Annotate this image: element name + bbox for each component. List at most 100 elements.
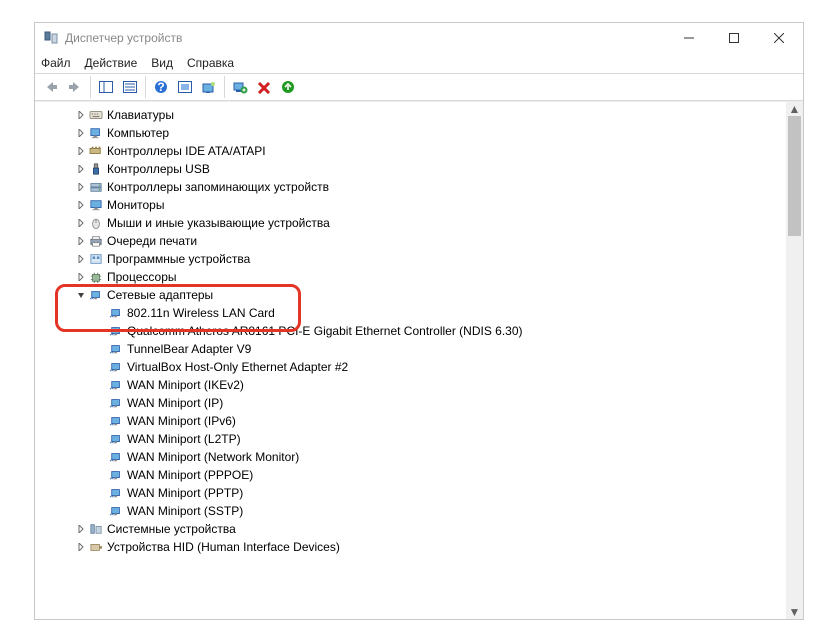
show-hide-console-button[interactable] <box>94 75 118 99</box>
properties-button[interactable] <box>118 75 142 99</box>
chevron-right-icon[interactable] <box>75 111 87 119</box>
toolbar-separator <box>224 76 225 98</box>
tree-item-label: Контроллеры USB <box>107 162 210 176</box>
tree-item-label: VirtualBox Host-Only Ethernet Adapter #2 <box>127 360 348 374</box>
netadapter-icon <box>107 431 125 447</box>
tree-item-label: Контроллеры IDE ATA/ATAPI <box>107 144 266 158</box>
chevron-right-icon[interactable] <box>75 525 87 533</box>
netadapter-icon <box>107 467 125 483</box>
minimize-button[interactable] <box>666 23 711 53</box>
tree-item[interactable]: Контроллеры IDE ATA/ATAPI <box>35 142 786 160</box>
chevron-right-icon[interactable] <box>75 147 87 155</box>
cpu-icon <box>87 269 105 285</box>
netadapter-icon <box>107 395 125 411</box>
tree-item[interactable]: Системные устройства <box>35 520 786 538</box>
tree-item-label: Компьютер <box>107 126 169 140</box>
chevron-right-icon[interactable] <box>75 237 87 245</box>
printer-icon <box>87 233 105 249</box>
update-driver-button[interactable] <box>197 75 221 99</box>
mouse-icon <box>87 215 105 231</box>
tree-item-label: Мыши и иные указывающие устройства <box>107 216 330 230</box>
chevron-down-icon[interactable] <box>75 291 87 299</box>
tree-item[interactable]: Программные устройства <box>35 250 786 268</box>
chevron-right-icon[interactable] <box>75 183 87 191</box>
tree-item-label: Процессоры <box>107 270 177 284</box>
monitor-icon <box>87 197 105 213</box>
tree-item[interactable]: Контроллеры запоминающих устройств <box>35 178 786 196</box>
tree-item[interactable]: Очереди печати <box>35 232 786 250</box>
scrollbar-thumb[interactable] <box>788 116 801 236</box>
chevron-right-icon[interactable] <box>75 273 87 281</box>
tree-item-label: Сетевые адаптеры <box>107 288 213 302</box>
tree-item[interactable]: Клавиатуры <box>35 106 786 124</box>
storage-icon <box>87 179 105 195</box>
scroll-up-arrow[interactable]: ▲ <box>786 102 803 116</box>
device-manager-window: Диспетчер устройств Файл Действие Вид Сп… <box>34 22 804 620</box>
netadapter-icon <box>107 323 125 339</box>
netadapter-icon <box>107 341 125 357</box>
tree-item-label: Очереди печати <box>107 234 197 248</box>
vertical-scrollbar[interactable]: ▲ ▼ <box>786 102 803 619</box>
keyboard-icon <box>87 107 105 123</box>
tree-item[interactable]: TunnelBear Adapter V9 <box>35 340 786 358</box>
device-tree[interactable]: Клавиатуры Компьютер Контроллеры IDE ATA/A… <box>35 106 786 556</box>
chevron-right-icon[interactable] <box>75 543 87 551</box>
tree-item-label: WAN Miniport (SSTP) <box>127 504 243 518</box>
tree-item-label: WAN Miniport (PPTP) <box>127 486 243 500</box>
tree-item-label: WAN Miniport (IKEv2) <box>127 378 244 392</box>
ide-icon <box>87 143 105 159</box>
tree-item[interactable]: Мониторы <box>35 196 786 214</box>
tree-item[interactable]: WAN Miniport (PPPOE) <box>35 466 786 484</box>
tree-item-label: Qualcomm Atheros AR8161 PCI-E Gigabit Et… <box>127 324 523 338</box>
tree-item-label: Системные устройства <box>107 522 236 536</box>
forward-button[interactable] <box>63 75 87 99</box>
tree-item[interactable]: Мыши и иные указывающие устройства <box>35 214 786 232</box>
tree-item[interactable]: 802.11n Wireless LAN Card <box>35 304 786 322</box>
tree-item-label: Программные устройства <box>107 252 250 266</box>
back-button[interactable] <box>39 75 63 99</box>
menu-help[interactable]: Справка <box>187 56 234 70</box>
tree-item[interactable]: Сетевые адаптеры <box>35 286 786 304</box>
tree-item-label: Клавиатуры <box>107 108 174 122</box>
tree-item[interactable]: VirtualBox Host-Only Ethernet Adapter #2 <box>35 358 786 376</box>
tree-item[interactable]: WAN Miniport (IKEv2) <box>35 376 786 394</box>
chevron-right-icon[interactable] <box>75 165 87 173</box>
menu-file[interactable]: Файл <box>41 56 71 70</box>
tree-item[interactable]: Процессоры <box>35 268 786 286</box>
tree-item-label: WAN Miniport (L2TP) <box>127 432 241 446</box>
chevron-right-icon[interactable] <box>75 255 87 263</box>
scan-hardware-button[interactable] <box>173 75 197 99</box>
system-icon <box>87 521 105 537</box>
close-button[interactable] <box>756 23 801 53</box>
tree-item[interactable]: Контроллеры USB <box>35 160 786 178</box>
netadapter-icon <box>107 413 125 429</box>
tree-item[interactable]: Qualcomm Atheros AR8161 PCI-E Gigabit Et… <box>35 322 786 340</box>
app-icon <box>43 30 59 46</box>
tree-item-label: WAN Miniport (IP) <box>127 396 223 410</box>
netadapter-icon <box>107 485 125 501</box>
scroll-down-arrow[interactable]: ▼ <box>786 605 803 619</box>
tree-item[interactable]: WAN Miniport (PPTP) <box>35 484 786 502</box>
tree-item[interactable]: Компьютер <box>35 124 786 142</box>
tree-item[interactable]: Устройства HID (Human Interface Devices) <box>35 538 786 556</box>
help-button[interactable]: ? <box>149 75 173 99</box>
usb-icon <box>87 161 105 177</box>
netadapter-icon <box>107 305 125 321</box>
svg-text:?: ? <box>157 80 164 94</box>
tree-item-label: TunnelBear Adapter V9 <box>127 342 251 356</box>
chevron-right-icon[interactable] <box>75 201 87 209</box>
tree-item-label: WAN Miniport (IPv6) <box>127 414 236 428</box>
chevron-right-icon[interactable] <box>75 129 87 137</box>
tree-item[interactable]: WAN Miniport (IPv6) <box>35 412 786 430</box>
maximize-button[interactable] <box>711 23 756 53</box>
chevron-right-icon[interactable] <box>75 219 87 227</box>
tree-item[interactable]: WAN Miniport (SSTP) <box>35 502 786 520</box>
menu-action[interactable]: Действие <box>85 56 138 70</box>
enable-device-button[interactable] <box>276 75 300 99</box>
tree-item[interactable]: WAN Miniport (Network Monitor) <box>35 448 786 466</box>
disable-device-button[interactable] <box>252 75 276 99</box>
tree-item[interactable]: WAN Miniport (IP) <box>35 394 786 412</box>
uninstall-device-button[interactable] <box>228 75 252 99</box>
menu-view[interactable]: Вид <box>151 56 173 70</box>
tree-item[interactable]: WAN Miniport (L2TP) <box>35 430 786 448</box>
